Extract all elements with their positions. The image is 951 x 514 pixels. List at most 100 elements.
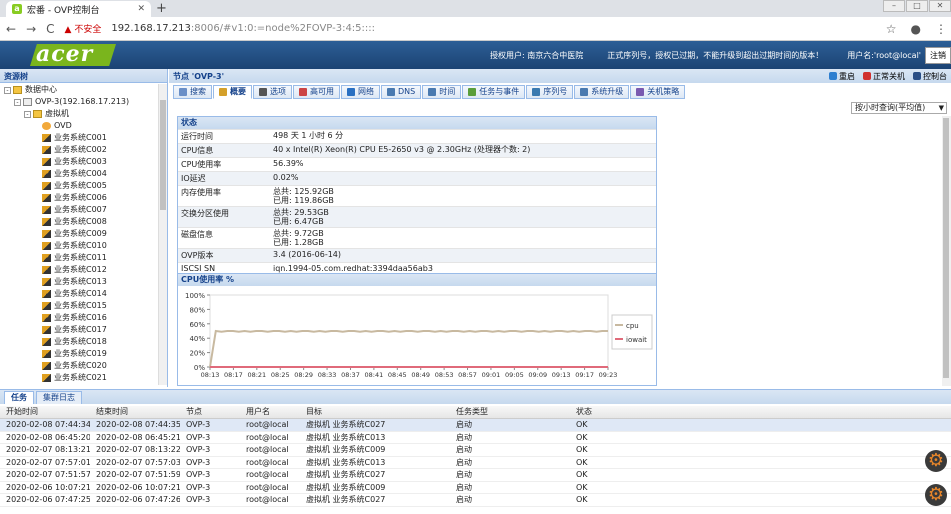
scrollbar-thumb[interactable]: [160, 100, 166, 210]
column-header[interactable]: 节点: [180, 406, 240, 418]
tree-node-vm[interactable]: 业务系统C019: [0, 348, 158, 360]
tree-node-vm[interactable]: 业务系统C020: [0, 360, 158, 372]
tree-label: 业务系统C004: [54, 169, 107, 178]
url-text[interactable]: 192.168.17.213:8006/#v1:0:=node%2FOVP-3:…: [111, 23, 375, 34]
y-tick-label: 40%: [189, 335, 205, 343]
minimize-icon[interactable]: –: [883, 0, 905, 12]
tab-icon: [387, 88, 395, 96]
tab-tasks[interactable]: 任务: [4, 391, 34, 404]
tree-node-vm[interactable]: 业务系统C002: [0, 144, 158, 156]
collapse-icon[interactable]: -: [24, 110, 31, 118]
tree-node-vm[interactable]: 业务系统C015: [0, 300, 158, 312]
tab-1[interactable]: 概要: [213, 85, 252, 99]
shutdown-button[interactable]: 正常关机: [863, 71, 905, 82]
vm-icon: [42, 218, 51, 226]
close-window-icon[interactable]: ✕: [929, 0, 951, 12]
scrollbar-thumb[interactable]: [943, 118, 949, 378]
column-header[interactable]: 状态: [570, 406, 670, 418]
tree-node-vm[interactable]: 业务系统C011: [0, 252, 158, 264]
tree-node-vm[interactable]: 业务系统C012: [0, 264, 158, 276]
collapse-icon[interactable]: -: [4, 86, 11, 94]
tree-node-vm[interactable]: 业务系统C003: [0, 156, 158, 168]
tree-node-vm[interactable]: 业务系统C004: [0, 168, 158, 180]
table-row[interactable]: 2020-02-06 10:07:21 2020-02-06 10:07:21 OV…: [0, 482, 951, 494]
back-icon[interactable]: ←: [6, 22, 16, 36]
tree-node-vm-folder[interactable]: - 虚拟机: [0, 108, 158, 120]
table-row[interactable]: 2020-02-08 07:44:34 2020-02-08 07:44:35 OV…: [0, 419, 951, 432]
maximize-icon[interactable]: □: [906, 0, 928, 12]
tree-node-vm[interactable]: 业务系统C017: [0, 324, 158, 336]
table-cell: OVP-3: [186, 457, 211, 467]
tree-node-vm[interactable]: 业务系统C009: [0, 228, 158, 240]
bottom-tabs: 任务 集群日志: [0, 390, 951, 404]
resource-tree: - 数据中心 - OVP-3(192.168.17.213) - 虚拟机 OVD…: [0, 84, 158, 384]
x-tick-label: 09:05: [505, 371, 524, 379]
browser-tab[interactable]: a 宏番 - OVP控制台 ✕: [6, 1, 151, 17]
table-row[interactable]: 2020-02-07 07:51:57 2020-02-07 07:51:59 OV…: [0, 469, 951, 482]
not-secure-warning[interactable]: ▲ 不安全: [65, 22, 102, 35]
gear-icon[interactable]: ⚙: [925, 450, 947, 472]
table-cell: 虚拟机 业务系统C027: [306, 420, 386, 429]
column-header[interactable]: 目标: [300, 406, 450, 418]
server-icon: [23, 98, 32, 106]
tab-10[interactable]: 关机策略: [630, 85, 686, 99]
tree-scrollbar[interactable]: [158, 84, 167, 385]
tab-6[interactable]: 时间: [422, 85, 462, 99]
tree-node-vm[interactable]: 业务系统C005: [0, 180, 158, 192]
tab-cluster-log[interactable]: 集群日志: [36, 391, 82, 404]
console-button[interactable]: 控制台: [913, 71, 947, 82]
tab-4[interactable]: 网络: [341, 85, 380, 99]
time-range-select[interactable]: 按小时查询(平均值) ▼: [851, 102, 947, 114]
tree-node-vm[interactable]: 业务系统C021: [0, 372, 158, 384]
grid-header: 开始时间 结束时间 节点 用户名 目标 任务类型 状态: [0, 406, 951, 419]
tree-node-vm[interactable]: 业务系统C006: [0, 192, 158, 204]
tab-close-icon[interactable]: ✕: [137, 4, 145, 14]
table-row[interactable]: 2020-02-07 08:13:21 2020-02-07 08:13:22 OV…: [0, 444, 951, 457]
vm-list: 业务系统C001 业务系统C002 业务系统C003 业务系统C004 业务系统C005…: [0, 132, 158, 384]
tree-node-vm[interactable]: 业务系统C013: [0, 276, 158, 288]
tree-node-vm[interactable]: 业务系统C014: [0, 288, 158, 300]
gear-icon[interactable]: ⚙: [925, 484, 947, 506]
bookmark-star-icon[interactable]: ☆: [886, 22, 897, 36]
table-cell: OVP-3: [186, 495, 211, 504]
vm-icon: [42, 302, 51, 310]
column-header[interactable]: 用户名: [240, 406, 300, 418]
tree-node-ovd[interactable]: OVD: [0, 120, 158, 132]
tab-3[interactable]: 高可用: [293, 85, 340, 99]
column-header[interactable]: 任务类型: [450, 406, 570, 418]
collapse-icon[interactable]: -: [14, 98, 21, 106]
tab-9[interactable]: 系统升级: [574, 85, 630, 99]
forward-icon[interactable]: →: [26, 22, 36, 36]
table-row[interactable]: 2020-02-07 07:57:01 2020-02-07 07:57:03 OV…: [0, 457, 951, 469]
tree-node-vm[interactable]: 业务系统C001: [0, 132, 158, 144]
tab-5[interactable]: DNS: [381, 85, 422, 99]
tree-label: OVD: [54, 121, 72, 130]
tree-node-vm[interactable]: 业务系统C018: [0, 336, 158, 348]
table-row[interactable]: 2020-02-08 06:45:20 2020-02-08 06:45:21 OV…: [0, 432, 951, 444]
column-header[interactable]: 开始时间: [0, 406, 90, 418]
browser-menu-icon[interactable]: ⋮: [935, 22, 947, 36]
status-value-line: 已用: 119.86GB: [273, 196, 334, 205]
tree-node-vm[interactable]: 业务系统C008: [0, 216, 158, 228]
tab-label: 系统升级: [591, 87, 624, 96]
tree-label: 业务系统C002: [54, 145, 107, 154]
tab-2[interactable]: 选项: [253, 85, 292, 99]
profile-icon[interactable]: ●: [911, 22, 921, 36]
restart-button[interactable]: 重启: [829, 71, 855, 82]
tab-0[interactable]: 搜索: [173, 85, 212, 99]
tab-7[interactable]: 任务与事件: [462, 85, 526, 99]
column-header[interactable]: 结束时间: [90, 406, 180, 418]
tree-node-datacenter[interactable]: - 数据中心: [0, 84, 158, 96]
logout-button[interactable]: 注销: [925, 46, 951, 64]
tree-node-vm[interactable]: 业务系统C007: [0, 204, 158, 216]
main-scrollbar[interactable]: [942, 116, 951, 386]
reload-icon[interactable]: C: [46, 22, 54, 36]
node-tabs: 搜索 概要 选项 高可用 网络 DNS 时间 任务与事件 序列号 系统升级 关机策略: [173, 85, 686, 99]
tab-favicon-icon: a: [12, 4, 22, 14]
tree-node-vm[interactable]: 业务系统C016: [0, 312, 158, 324]
new-tab-icon[interactable]: +: [156, 1, 167, 16]
tab-8[interactable]: 序列号: [526, 85, 574, 99]
tree-node-host[interactable]: - OVP-3(192.168.17.213): [0, 96, 158, 108]
table-row[interactable]: 2020-02-06 07:47:25 2020-02-06 07:47:26 OV…: [0, 494, 951, 507]
tree-node-vm[interactable]: 业务系统C010: [0, 240, 158, 252]
